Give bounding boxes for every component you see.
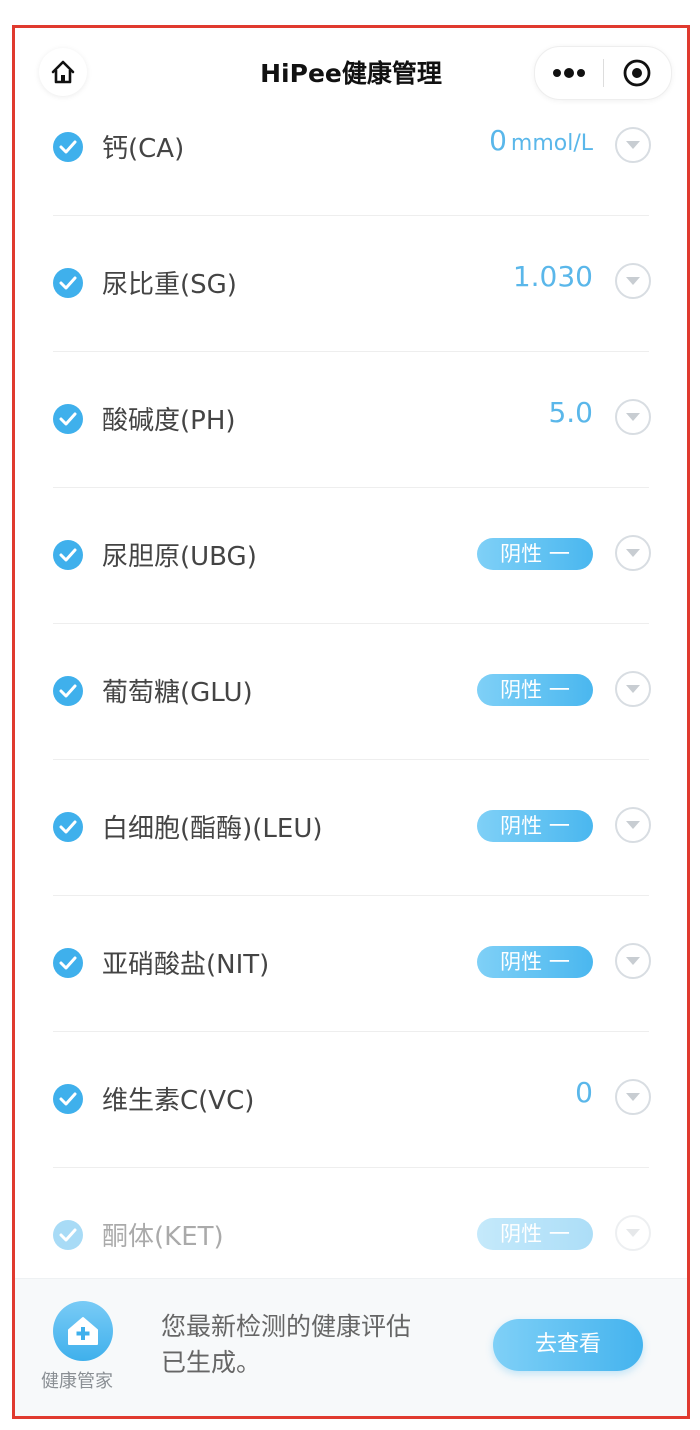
list-item: 葡萄糖(GLU) 阴性 一 [15, 624, 687, 760]
negative-badge: 阴性 一 [477, 674, 593, 706]
list-item: 钙(CA) 0 mmol/L [15, 80, 687, 216]
bottom-notification-bar: 健康管家 您最新检测的健康评估 已生成。 去查看 [15, 1278, 687, 1416]
check-icon [53, 540, 83, 570]
health-butler-label: 健康管家 [41, 1371, 113, 1392]
message-line-1: 您最新检测的健康评估 [161, 1312, 412, 1341]
item-value: 5.0 [548, 396, 593, 429]
chevron-down-icon [626, 1229, 640, 1237]
expand-button[interactable] [615, 1215, 651, 1251]
expand-button[interactable] [615, 535, 651, 571]
chevron-down-icon [626, 685, 640, 693]
item-label: 亚硝酸盐(NIT) [102, 950, 270, 980]
negative-badge: 阴性 一 [477, 538, 593, 570]
item-label: 钙(CA) [102, 134, 185, 164]
check-icon [53, 1084, 83, 1114]
item-value: 0 mmol/L [489, 124, 593, 157]
expand-button[interactable] [615, 127, 651, 163]
item-label: 酮体(KET) [102, 1222, 224, 1252]
view-button[interactable]: 去查看 [493, 1319, 643, 1371]
chevron-down-icon [626, 821, 640, 829]
check-icon [53, 268, 83, 298]
negative-badge: 阴性 一 [477, 946, 593, 978]
value-unit: mmol/L [510, 131, 593, 156]
negative-badge: 阴性 一 [477, 810, 593, 842]
chevron-down-icon [626, 413, 640, 421]
chevron-down-icon [626, 1093, 640, 1101]
item-value: 1.030 [512, 260, 593, 293]
expand-button[interactable] [615, 1079, 651, 1115]
expand-button[interactable] [615, 399, 651, 435]
item-label: 白细胞(酯酶)(LEU) [102, 814, 323, 844]
negative-badge: 阴性 一 [477, 1218, 593, 1250]
list-item: 尿比重(SG) 1.030 [15, 216, 687, 352]
item-value: 0 [575, 1076, 593, 1109]
check-icon [53, 948, 83, 978]
list-item: 维生素C(VC) 0 [15, 1032, 687, 1168]
test-result-list: 钙(CA) 0 mmol/L 尿比重(SG) 1.030 酸碱度(PH) 5.0 … [15, 80, 687, 1304]
list-item: 尿胆原(UBG) 阴性 一 [15, 488, 687, 624]
message-line-2: 已生成。 [161, 1348, 262, 1377]
list-item: 酸碱度(PH) 5.0 [15, 352, 687, 488]
value-number: 0 [489, 124, 507, 157]
notification-message: 您最新检测的健康评估 已生成。 [161, 1309, 461, 1381]
check-icon [53, 132, 83, 162]
item-label: 维生素C(VC) [102, 1086, 255, 1116]
chevron-down-icon [626, 141, 640, 149]
expand-button[interactable] [615, 263, 651, 299]
check-icon [53, 404, 83, 434]
health-butler-button[interactable] [53, 1301, 113, 1361]
chevron-down-icon [626, 549, 640, 557]
check-icon [53, 1220, 83, 1250]
item-label: 尿胆原(UBG) [102, 542, 257, 572]
item-label: 酸碱度(PH) [102, 406, 236, 436]
chevron-down-icon [626, 957, 640, 965]
check-icon [53, 676, 83, 706]
expand-button[interactable] [615, 671, 651, 707]
screen-frame: HiPee健康管理 钙(CA) 0 mmol/L 尿比重(SG) 1.030 酸… [12, 25, 690, 1419]
house-plus-icon [68, 1317, 98, 1345]
item-label: 葡萄糖(GLU) [102, 678, 253, 708]
expand-button[interactable] [615, 943, 651, 979]
list-item: 白细胞(酯酶)(LEU) 阴性 一 [15, 760, 687, 896]
check-icon [53, 812, 83, 842]
item-label: 尿比重(SG) [102, 270, 237, 300]
chevron-down-icon [626, 277, 640, 285]
more-icon [553, 68, 585, 78]
list-item: 亚硝酸盐(NIT) 阴性 一 [15, 896, 687, 1032]
expand-button[interactable] [615, 807, 651, 843]
